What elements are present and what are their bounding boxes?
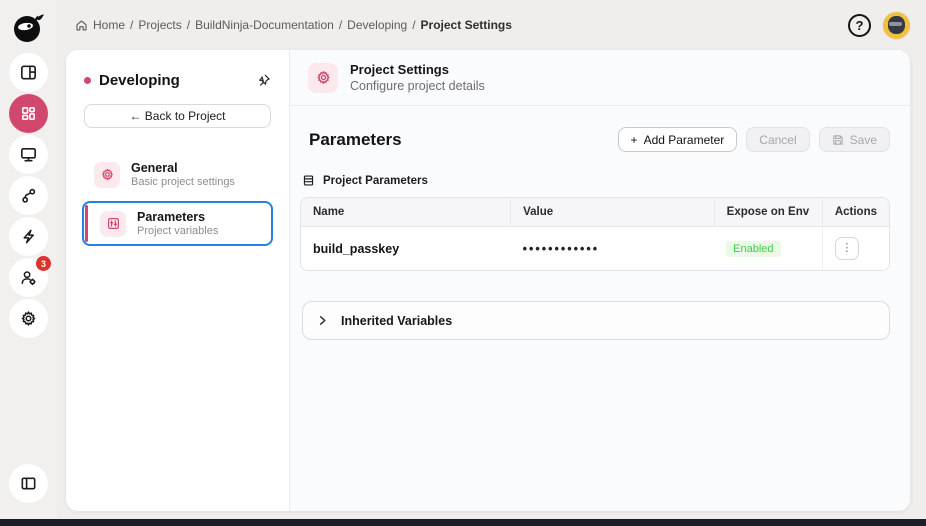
param-actions-cell: ⋮ [821,226,889,270]
add-parameter-button[interactable]: + Add Parameter [617,127,738,152]
breadcrumb-home[interactable]: Home [93,18,125,32]
project-sidebar: Developing ← Back to Project General Bas… [66,50,290,511]
plus-icon: + [630,132,638,147]
page-header: Project Settings Configure project detai… [290,50,910,106]
sidebar-item-general-subtitle: Basic project settings [131,176,235,188]
dashboard-layout-icon[interactable] [9,53,48,92]
parameters-sliders-icon [100,210,126,237]
page-title: Project Settings [350,62,449,77]
breadcrumb-environment[interactable]: Developing [347,18,407,32]
back-to-project-button[interactable]: ← Back to Project [84,104,271,128]
main-region: Home / Projects / BuildNinja-Documentati… [57,0,926,519]
apps-grid-icon[interactable] [9,94,48,133]
inherited-variables-toggle[interactable]: Inherited Variables [302,301,890,340]
breadcrumb-project[interactable]: BuildNinja-Documentation [195,18,334,32]
parameters-section: Parameters + Add Parameter Cancel Save P… [290,106,910,340]
icon-rail: 3 [0,0,57,519]
sidebar-item-general-label: General [131,161,178,175]
section-title: Parameters [309,129,402,149]
toolbar: + Add Parameter Cancel Save [617,127,890,152]
environment-title: Developing [99,72,180,89]
sidebar-item-general[interactable]: General Basic project settings [84,154,271,195]
param-masked-value: •••••••••••• [510,226,715,270]
breadcrumb-separator: / [130,18,134,32]
general-gear-icon [94,161,120,188]
column-actions: Actions [822,198,889,227]
pin-icon[interactable] [256,73,271,88]
git-branch-icon[interactable] [9,176,48,215]
environment-status-dot [84,77,91,84]
breadcrumb-separator: / [186,18,191,32]
sidebar-item-parameters-subtitle: Project variables [137,225,219,237]
page-subtitle: Configure project details [350,79,485,93]
parameters-table: Name Value Expose on Env Actions build_p… [300,197,890,271]
notifications-badge: 3 [36,256,51,271]
sidebar-item-parameters[interactable]: Parameters Project variables [82,201,273,246]
status-badge: Enabled [726,240,781,257]
sidebar-item-parameters-label: Parameters [137,210,206,224]
column-value: Value [510,198,715,227]
avatar-ninja-band [889,21,902,26]
param-name: build_passkey [301,226,511,270]
table-label: Project Parameters [302,174,890,187]
desktop-icon[interactable] [9,135,48,174]
row-actions-kebab-button[interactable]: ⋮ [834,237,859,260]
home-icon [76,19,87,31]
chevron-right-icon [319,316,326,325]
column-expose: Expose on Env [714,198,823,227]
user-avatar[interactable] [883,11,910,39]
breadcrumb: Home / Projects / BuildNinja-Documentati… [75,18,848,32]
help-button[interactable]: ? [848,13,871,37]
topbar: Home / Projects / BuildNinja-Documentati… [57,0,926,50]
project-settings-gear-icon [308,62,338,93]
cancel-button[interactable]: Cancel [746,127,810,152]
settings-gear-icon[interactable] [9,299,48,338]
automations-zap-icon[interactable] [9,217,48,256]
app-card: Developing ← Back to Project General Bas… [66,50,910,511]
buildninja-logo[interactable] [8,7,50,47]
breadcrumb-projects[interactable]: Projects [138,18,181,32]
table-header-row: Name Value Expose on Env Actions [301,198,889,227]
window-bottom-edge [0,519,926,526]
breadcrumb-separator: / [338,18,343,32]
main-content: Project Settings Configure project detai… [290,50,910,511]
column-name: Name [301,198,512,227]
save-icon [832,134,843,145]
param-expose-cell: Enabled [714,226,823,270]
table-icon [303,175,314,186]
breadcrumb-separator: / [412,18,416,32]
breadcrumb-current: Project Settings [420,18,512,32]
table-row: build_passkey •••••••••••• Enabled ⋮ [301,226,889,270]
users-icon[interactable]: 3 [9,256,51,297]
save-button[interactable]: Save [818,127,890,152]
collapse-panel-icon[interactable] [9,464,48,503]
inherited-variables-label: Inherited Variables [341,313,453,328]
